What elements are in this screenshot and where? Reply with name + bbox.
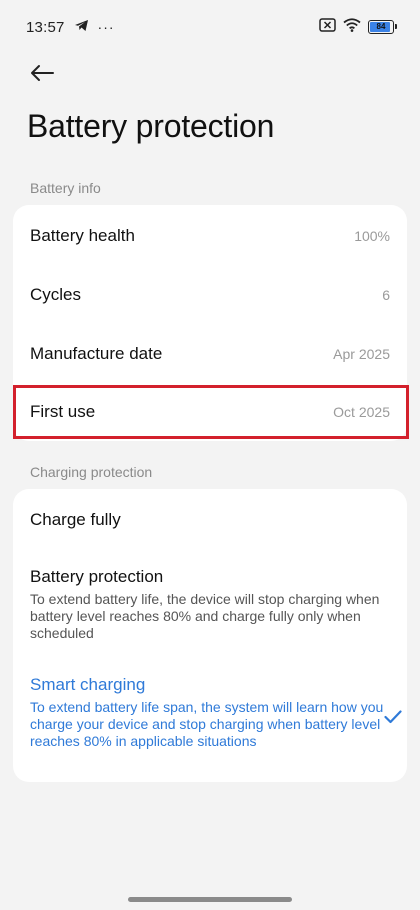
row-value: 6 bbox=[382, 287, 390, 303]
charging-protection-card: Charge fully Battery protection To exten… bbox=[13, 489, 407, 782]
section-header-battery-info: Battery info bbox=[30, 180, 101, 196]
home-indicator[interactable] bbox=[128, 897, 292, 902]
status-bar: 13:57 ··· 84 bbox=[0, 0, 420, 56]
wifi-icon bbox=[343, 17, 361, 37]
option-description: To extend battery life, the device will … bbox=[30, 591, 380, 641]
row-value: Oct 2025 bbox=[333, 404, 390, 420]
status-bar-right: 84 bbox=[319, 17, 397, 37]
telegram-icon bbox=[74, 19, 89, 36]
row-label: Manufacture date bbox=[30, 344, 163, 363]
row-value: Apr 2025 bbox=[333, 346, 390, 362]
option-title: Battery protection bbox=[30, 567, 164, 586]
row-battery-health[interactable]: Battery health 100% bbox=[13, 207, 407, 265]
option-battery-protection[interactable]: Battery protection To extend battery lif… bbox=[30, 567, 390, 642]
row-label: First use bbox=[30, 402, 96, 421]
battery-info-card: Battery health 100% Cycles 6 Manufacture… bbox=[13, 205, 407, 441]
battery-icon: 84 bbox=[368, 20, 397, 34]
option-title: Charge fully bbox=[30, 510, 121, 529]
option-description: To extend battery life span, the system … bbox=[30, 699, 384, 749]
page-title: Battery protection bbox=[27, 108, 275, 144]
option-charge-fully[interactable]: Charge fully bbox=[30, 510, 390, 534]
row-value: 100% bbox=[354, 228, 390, 244]
status-bar-left: 13:57 ··· bbox=[26, 19, 115, 36]
row-first-use[interactable]: First use Oct 2025 bbox=[13, 383, 407, 441]
section-header-charging-protection: Charging protection bbox=[30, 464, 153, 480]
sim-none-icon bbox=[319, 17, 336, 37]
overflow-dots-icon: ··· bbox=[97, 19, 115, 35]
row-label: Cycles bbox=[30, 285, 82, 304]
row-label: Battery health bbox=[30, 226, 135, 245]
option-smart-charging[interactable]: Smart charging To extend battery life sp… bbox=[30, 675, 390, 750]
row-cycles[interactable]: Cycles 6 bbox=[13, 266, 407, 324]
check-icon bbox=[384, 710, 402, 729]
battery-level-text: 84 bbox=[376, 22, 386, 31]
row-manufacture-date[interactable]: Manufacture date Apr 2025 bbox=[13, 325, 407, 383]
arrow-left-icon bbox=[31, 65, 54, 81]
status-time: 13:57 bbox=[26, 18, 65, 36]
option-title: Smart charging bbox=[30, 675, 146, 694]
back-button[interactable] bbox=[24, 56, 60, 90]
